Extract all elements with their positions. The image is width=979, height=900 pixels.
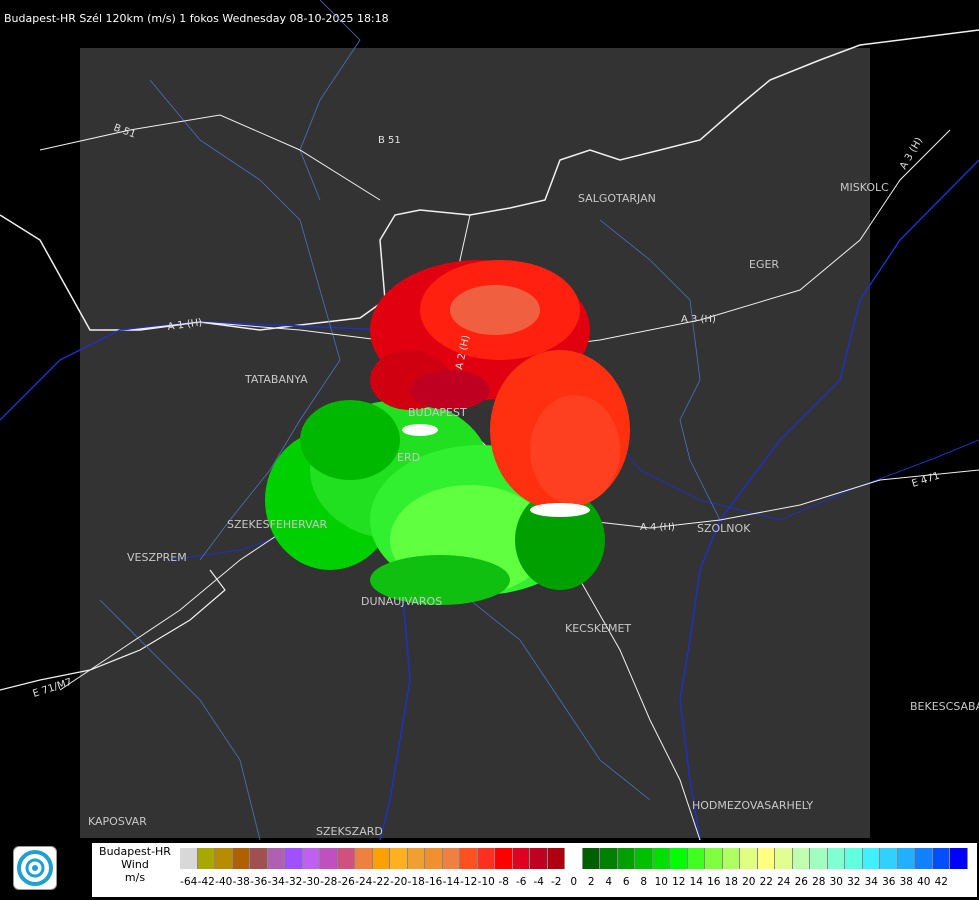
legend-swatch — [792, 848, 810, 869]
city-label: SZEKSZARD — [316, 825, 383, 838]
legend-swatch — [775, 848, 793, 869]
legend-swatch — [547, 848, 565, 869]
legend-swatch — [232, 848, 250, 869]
city-label: KAPOSVAR — [88, 815, 147, 828]
road-label: A 4 (H) — [640, 522, 675, 533]
legend-swatch — [862, 848, 880, 869]
county-border — [99, 599, 261, 840]
legend-swatch — [950, 848, 968, 869]
legend-swatch — [670, 848, 688, 869]
legend-swatch — [600, 848, 618, 869]
legend-swatch — [705, 848, 723, 869]
city-label: KECSKEMET — [565, 622, 631, 635]
legend-swatch — [495, 848, 513, 869]
legend-swatch — [810, 848, 828, 869]
legend-swatch — [215, 848, 233, 869]
legend-swatch — [355, 848, 373, 869]
city-label: BUDAPEST — [408, 406, 467, 419]
river-tisza — [679, 159, 979, 840]
city-label: ERD — [397, 451, 420, 464]
legend-swatch — [267, 848, 285, 869]
road — [39, 114, 381, 201]
legend-swatch — [425, 848, 443, 869]
road-label: A 1 (H) — [167, 317, 203, 333]
legend-swatch — [617, 848, 635, 869]
legend-swatch — [652, 848, 670, 869]
country-border — [0, 569, 226, 691]
legend-swatch — [460, 848, 478, 869]
city-label: TATABANYA — [244, 373, 308, 386]
road-label: E 471 — [911, 471, 942, 490]
swirl-icon — [17, 850, 53, 886]
legend-unit: m/s — [124, 871, 146, 884]
road-label: A 3 (H) — [898, 136, 925, 172]
road-label: B 51 — [378, 135, 401, 146]
city-label: MISKOLC — [840, 181, 889, 194]
county-border — [299, 0, 361, 201]
legend-swatch — [915, 848, 933, 869]
legend-swatch — [442, 848, 460, 869]
road-label: A 3 (H) — [681, 314, 716, 325]
legend-swatch — [880, 848, 898, 869]
legend-swatch — [565, 848, 583, 869]
county-border — [599, 219, 721, 521]
legend-swatch — [582, 848, 600, 869]
city-label: BEKESCSABA — [910, 700, 979, 713]
city-label: DUNAUJVAROS — [361, 595, 442, 608]
legend-swatch — [757, 848, 775, 869]
legend-swatch — [740, 848, 758, 869]
legend-radar-name: Budapest-HR — [99, 845, 171, 858]
legend-swatch — [897, 848, 915, 869]
city-label: SZEKESFEHERVAR — [227, 518, 328, 531]
legend-swatch — [827, 848, 845, 869]
legend-swatch — [722, 848, 740, 869]
city-label: VESZPREM — [127, 551, 187, 564]
legend-swatch — [285, 848, 303, 869]
legend-swatch — [477, 848, 495, 869]
city-label: EGER — [749, 258, 779, 271]
legend-swatch — [932, 848, 950, 869]
city-label: SZOLNOK — [697, 522, 751, 535]
road-label: B 51 — [112, 122, 137, 140]
legend-swatch — [250, 848, 268, 869]
radar-map[interactable]: SALGOTARJAN MISKOLC EGER TATABANYA BUDAP… — [0, 0, 979, 840]
legend-colorbar — [180, 848, 968, 869]
legend-swatch — [302, 848, 320, 869]
legend-title: Budapest-HR Wind m/s — [92, 845, 178, 884]
velocity-legend: Budapest-HR Wind m/s -64 -42 -40 -38 -36 -34-… — [92, 843, 977, 897]
legend-tick: 42 — [934, 876, 948, 888]
legend-swatch — [407, 848, 425, 869]
legend-swatch — [512, 848, 530, 869]
met-service-logo — [13, 846, 57, 890]
legend-swatch — [197, 848, 215, 869]
legend-swatch — [635, 848, 653, 869]
legend-swatch — [687, 848, 705, 869]
legend-swatch — [180, 848, 198, 869]
river — [599, 419, 979, 521]
legend-swatch — [337, 848, 355, 869]
legend-swatch — [372, 848, 390, 869]
city-label: SALGOTARJAN — [578, 192, 656, 205]
legend-swatch — [845, 848, 863, 869]
legend-product: Wind — [121, 858, 149, 871]
legend-swatch — [530, 848, 548, 869]
city-label: HODMEZOVASARHELY — [692, 799, 813, 812]
legend-swatch — [390, 848, 408, 869]
legend-swatch — [320, 848, 338, 869]
